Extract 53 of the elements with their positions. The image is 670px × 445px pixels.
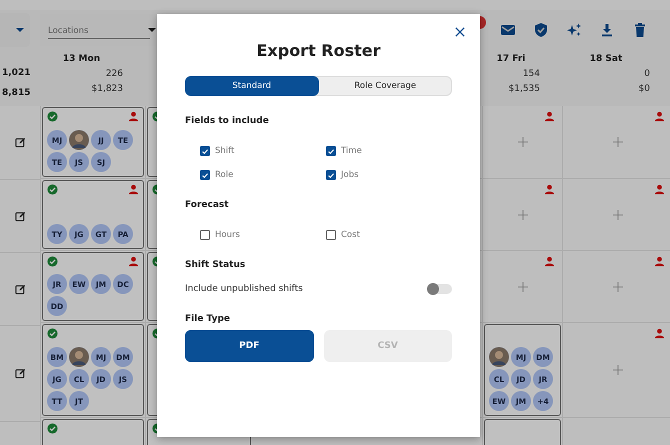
mail-icon[interactable] [500,22,516,38]
mode-tab[interactable]: Standard [185,76,318,96]
checkbox[interactable] [326,146,336,156]
close-icon[interactable] [455,27,465,37]
shift-card[interactable] [484,419,561,445]
hours-value: 0 [644,69,650,79]
checkbox[interactable] [326,230,336,240]
hours-value: 154 [522,69,540,79]
option-label: Time [341,146,362,156]
plus-icon [612,365,622,375]
plus-icon [518,137,528,147]
section-heading: File Type [185,314,232,324]
sparkle-icon[interactable] [566,22,582,38]
section-heading: Fields to include [185,116,270,126]
shield-icon[interactable] [533,22,549,38]
download-icon[interactable] [599,22,615,38]
dialog-title: Export Roster [255,41,382,60]
trash-icon[interactable] [632,22,648,38]
cost-value: $1,823 [92,84,123,94]
toggle-label: Include unpublished shifts [185,284,303,294]
option-label: Hours [215,230,240,240]
total-value: 8,815 [2,88,30,98]
cost-value: $1,535 [508,84,540,94]
checkbox[interactable] [200,230,210,240]
caret-icon [16,28,24,32]
edit-icon[interactable] [14,368,26,379]
day-label: 18 Sat [590,54,622,64]
mode-tab[interactable]: Role Coverage [318,76,452,96]
day-label: 17 Fri [496,54,526,64]
option-label: Cost [341,230,360,240]
section-heading: Forecast [185,200,230,210]
plus-icon [518,282,528,292]
plus-icon [612,210,622,220]
plus-icon [518,210,528,220]
plus-icon [612,137,622,147]
option-label: Jobs [341,170,359,180]
checkbox[interactable] [200,146,210,156]
shift-card[interactable] [42,419,144,445]
plus-icon [612,282,622,292]
edit-icon[interactable] [14,210,26,222]
file-type-button[interactable]: PDF [185,330,314,362]
total-value: 1,021 [2,68,30,78]
option-label: Shift [215,146,234,156]
section-heading: Shift Status [185,260,246,270]
cost-value: $0 [638,84,650,94]
hours-value: 226 [106,69,123,79]
checkbox[interactable] [200,170,210,180]
edit-icon[interactable] [14,284,26,294]
day-label: 13 Mon [62,54,100,64]
option-label: Role [215,170,234,180]
checkbox[interactable] [326,170,336,180]
toggle-switch[interactable] [429,284,452,294]
edit-icon[interactable] [14,137,26,148]
